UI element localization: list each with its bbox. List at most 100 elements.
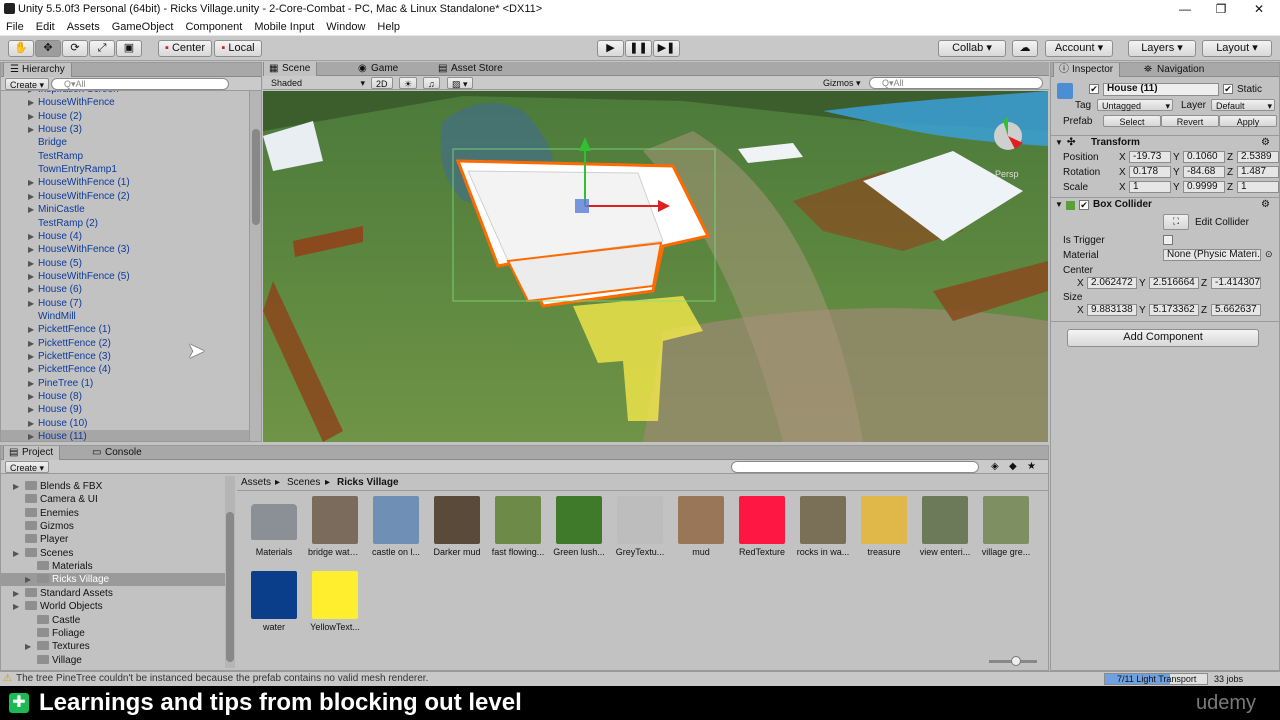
menu-help[interactable]: Help (371, 21, 406, 33)
tab-scene[interactable]: ▦ Scene (263, 62, 318, 76)
hierarchy-item[interactable]: ▶ House (9) (1, 403, 249, 416)
hierarchy-item[interactable]: ▶ House (11) (1, 430, 249, 441)
maximize-button[interactable]: ❐ (1202, 0, 1240, 18)
expand-arrow-icon[interactable]: ▶ (28, 377, 38, 390)
asset-item[interactable]: fast flowing... (491, 496, 545, 557)
asset-item[interactable]: GreyTextu... (613, 496, 667, 557)
hierarchy-item[interactable]: ▶ House (10) (1, 417, 249, 430)
expand-arrow-icon[interactable]: ▶ (28, 350, 38, 363)
hierarchy-item[interactable]: ▶ HouseWithFence (3) (1, 243, 249, 256)
menu-component[interactable]: Component (179, 21, 248, 33)
hierarchy-item[interactable]: TestRamp (2) (1, 217, 249, 230)
project-folder-item[interactable]: Village (1, 654, 225, 667)
hierarchy-item[interactable]: ▶ PickettFence (1) (1, 323, 249, 336)
expand-arrow-icon[interactable]: ▶ (28, 230, 38, 243)
hierarchy-item[interactable]: ▶ House (4) (1, 230, 249, 243)
hierarchy-scrollbar[interactable] (249, 91, 261, 441)
hierarchy-item[interactable]: ▶ PineTree (1) (1, 377, 249, 390)
move-tool-button[interactable]: ✥ (35, 40, 61, 57)
add-component-button[interactable]: Add Component (1067, 329, 1259, 347)
project-folder-item[interactable]: ▶ Textures (1, 640, 225, 653)
project-folder-item[interactable]: Enemies (1, 507, 225, 520)
expand-arrow-icon[interactable]: ▶ (25, 573, 37, 586)
center-x-field[interactable]: 2.062472 (1087, 277, 1137, 289)
project-folder-item[interactable]: ▶ Scenes (1, 547, 225, 560)
menu-gameobject[interactable]: GameObject (106, 21, 180, 33)
layer-dropdown[interactable]: Default ▾ (1211, 99, 1275, 111)
expand-arrow-icon[interactable]: ▶ (28, 323, 38, 336)
hierarchy-item[interactable]: ▶ HouseWithFence (1) (1, 176, 249, 189)
tag-dropdown[interactable]: Untagged ▾ (1097, 99, 1173, 111)
asset-item[interactable]: YellowText... (308, 571, 362, 632)
asset-item[interactable]: water (247, 571, 301, 632)
hierarchy-item[interactable]: ▶ HouseWithFence (2) (1, 190, 249, 203)
toggle-2d-button[interactable]: 2D (371, 77, 393, 89)
hierarchy-create-button[interactable]: Create ▾ (5, 78, 50, 90)
rotation-x-field[interactable]: 0.178 (1129, 166, 1171, 178)
expand-arrow-icon[interactable]: ▶ (28, 257, 38, 270)
scale-z-field[interactable]: 1 (1237, 181, 1279, 193)
expand-arrow-icon[interactable]: ▶ (13, 600, 25, 613)
project-tree-scroll-thumb[interactable] (226, 512, 234, 662)
static-checkbox[interactable]: ✔ (1223, 84, 1233, 94)
scene-viewport[interactable]: Persp (263, 91, 1048, 442)
gizmos-dropdown[interactable]: Gizmos ▾ (819, 77, 865, 89)
hierarchy-item[interactable]: ▶ House (3) (1, 123, 249, 136)
box-collider-enabled-checkbox[interactable]: ✔ (1079, 200, 1089, 210)
effects-toggle[interactable]: ▨ ▾ (447, 77, 473, 89)
expand-arrow-icon[interactable]: ▶ (28, 430, 38, 441)
expand-arrow-icon[interactable]: ▶ (28, 203, 38, 216)
expand-arrow-icon[interactable]: ▶ (28, 96, 38, 109)
expand-arrow-icon[interactable]: ▶ (28, 190, 38, 203)
hierarchy-search-input[interactable]: Q▾All (51, 78, 229, 90)
component-settings-icon[interactable]: ⚙ (1261, 198, 1270, 212)
scene-search-input[interactable]: Q▾All (869, 77, 1043, 89)
expand-arrow-icon[interactable]: ▶ (28, 123, 38, 136)
account-dropdown[interactable]: Account ▾ (1045, 40, 1113, 57)
expand-arrow-icon[interactable]: ▶ (13, 480, 25, 493)
asset-item[interactable]: treasure (857, 496, 911, 557)
menu-mobile-input[interactable]: Mobile Input (248, 21, 320, 33)
prefab-apply-button[interactable]: Apply (1219, 115, 1277, 127)
tab-asset-store[interactable]: ▤ Asset Store (433, 62, 509, 76)
hierarchy-item[interactable]: ▶ HouseWithFence (1, 96, 249, 109)
shading-mode-dropdown[interactable]: Shaded ▾ (267, 77, 367, 89)
layers-dropdown[interactable]: Layers ▾ (1128, 40, 1196, 57)
prefab-revert-button[interactable]: Revert (1161, 115, 1219, 127)
asset-item[interactable]: bridge wate... (308, 496, 362, 557)
material-field[interactable]: None (Physic Materi... (1163, 249, 1261, 261)
gameobject-name-field[interactable]: House (11) (1103, 83, 1219, 96)
project-tree-scrollbar[interactable] (225, 476, 235, 668)
tab-inspector[interactable]: ⓘ Inspector (1053, 63, 1121, 77)
project-folder-item[interactable]: Camera & UI (1, 493, 225, 506)
hand-tool-button[interactable]: ✋ (8, 40, 34, 57)
expand-arrow-icon[interactable]: ▶ (13, 547, 25, 560)
favorite-star-icon[interactable]: ★ (1027, 461, 1036, 472)
expand-arrow-icon[interactable]: ▶ (28, 91, 38, 96)
breadcrumb-ricks-village[interactable]: Ricks Village (337, 476, 399, 490)
asset-item[interactable]: Darker mud (430, 496, 484, 557)
hierarchy-scroll-thumb[interactable] (252, 129, 260, 225)
audio-toggle[interactable]: ♫ (423, 77, 440, 89)
size-z-field[interactable]: 5.662637 (1211, 304, 1261, 316)
expand-arrow-icon[interactable]: ▶ (28, 417, 38, 430)
play-button[interactable]: ▶ (597, 40, 624, 57)
menu-file[interactable]: File (0, 21, 30, 33)
project-folder-item[interactable]: Foliage (1, 627, 225, 640)
hierarchy-item[interactable]: ▶ MiniCastle (1, 203, 249, 216)
pivot-local-button[interactable]: ▪ Local (214, 40, 262, 57)
scale-tool-button[interactable]: ⤢ (89, 40, 115, 57)
hierarchy-item[interactable]: ▶ House (6) (1, 283, 249, 296)
rect-tool-button[interactable]: ▣ (116, 40, 142, 57)
asset-item[interactable]: view enteri... (918, 496, 972, 557)
expand-arrow-icon[interactable]: ▶ (13, 587, 25, 600)
hierarchy-item[interactable]: WindMill (1, 310, 249, 323)
hierarchy-item[interactable]: ▶ House (8) (1, 390, 249, 403)
expand-arrow-icon[interactable]: ▶ (28, 337, 38, 350)
hierarchy-item[interactable]: Bridge (1, 136, 249, 149)
expand-arrow-icon[interactable]: ▶ (28, 176, 38, 189)
status-message[interactable]: The tree PineTree couldn't be instanced … (16, 672, 428, 686)
project-folder-item[interactable]: Materials (1, 560, 225, 573)
project-folder-item[interactable]: Castle (1, 614, 225, 627)
layout-dropdown[interactable]: Layout ▾ (1202, 40, 1272, 57)
